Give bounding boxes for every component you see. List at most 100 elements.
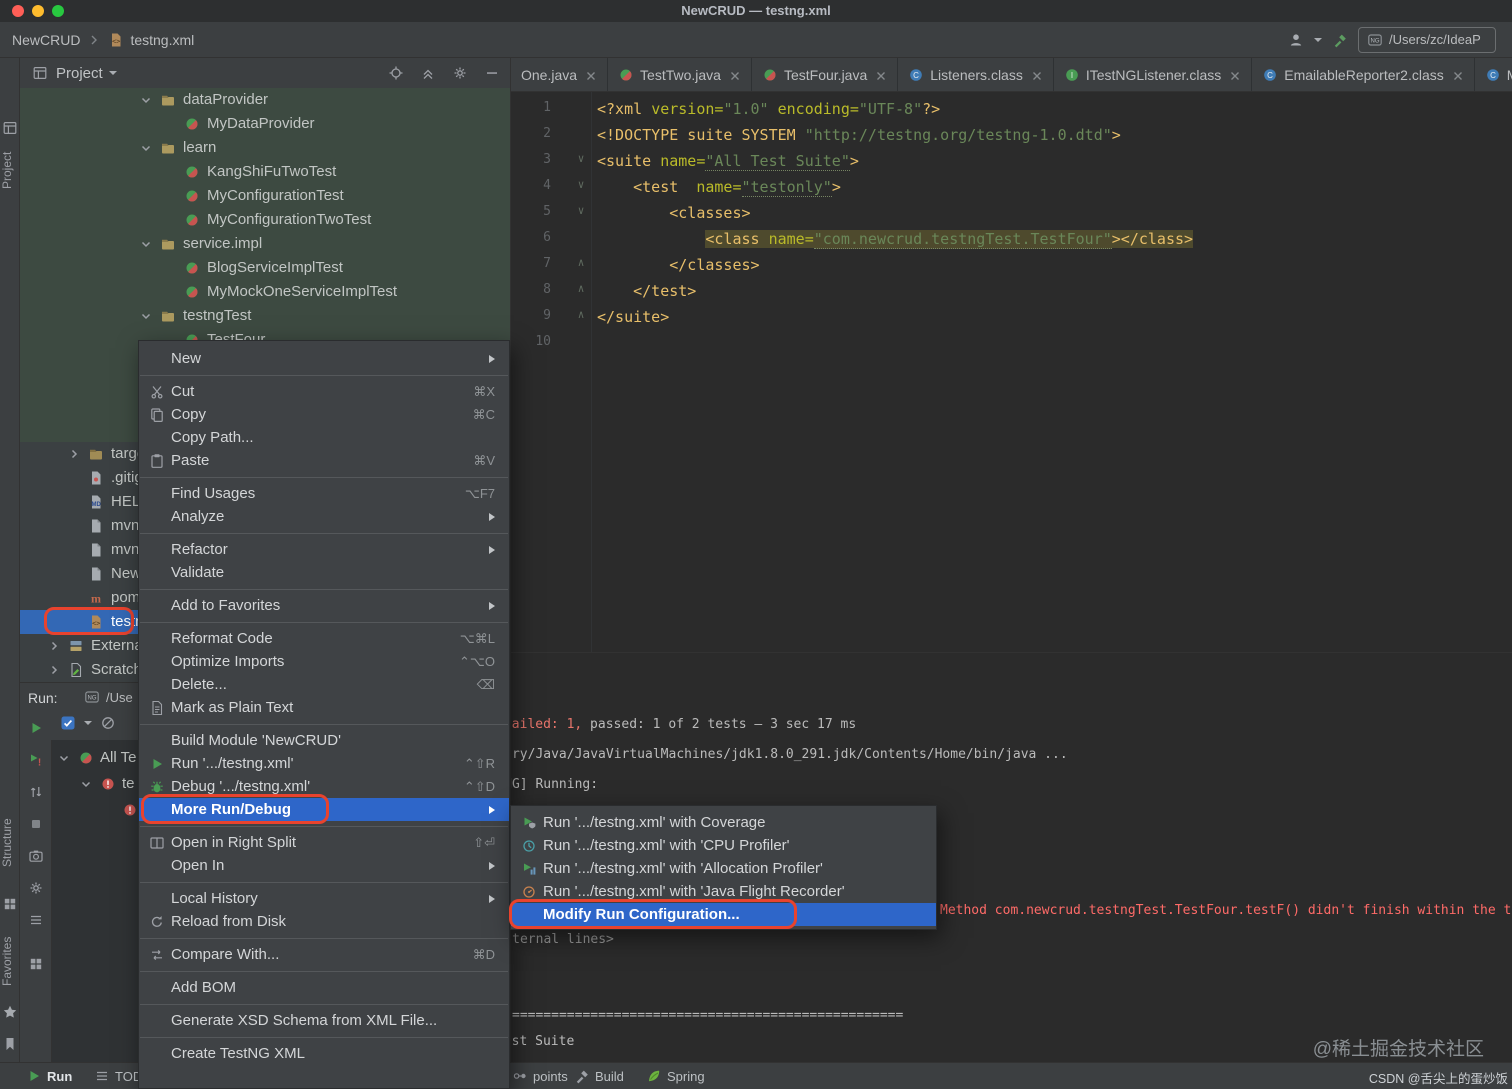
tool-stripe-structure[interactable]: Structure (0, 808, 19, 878)
show-ignored-icon[interactable] (100, 715, 116, 731)
menu-item-reload-from-disk[interactable]: Reload from Disk (139, 910, 509, 933)
star-icon[interactable] (2, 1004, 18, 1020)
statusbar-item-tod[interactable]: TOD (94, 1063, 142, 1089)
run-configuration-selector[interactable]: NG /Users/zc/IdeaP (1358, 27, 1496, 53)
chevron-down-icon[interactable] (84, 721, 92, 725)
show-passed-checkbox[interactable] (60, 715, 76, 731)
chevron-down-icon[interactable] (138, 140, 154, 156)
project-tree-item-service-impl[interactable]: service.impl (20, 232, 510, 256)
project-tree-item-testngtest[interactable]: testngTest (20, 304, 510, 328)
submenu-item-run-testng-xml-with-cpu-profiler[interactable]: Run '.../testng.xml' with 'CPU Profiler' (511, 834, 936, 857)
project-panel-title[interactable]: Project (56, 65, 103, 82)
menu-item-optimize-imports[interactable]: Optimize Imports⌃⌥O (139, 650, 509, 673)
stop-button[interactable] (28, 816, 44, 832)
close-icon[interactable] (873, 68, 887, 82)
fold-marker-icon[interactable]: ∧ (573, 308, 589, 321)
editor-tab-one-java[interactable]: One.java (511, 58, 608, 91)
menu-item-generate-xsd-schema-from-xml-file[interactable]: Generate XSD Schema from XML File... (139, 1009, 509, 1032)
locate-file-icon[interactable] (388, 65, 404, 81)
menu-item-run-testng-xml[interactable]: Run '.../testng.xml'⌃⇧R (139, 752, 509, 775)
rerun-button[interactable] (28, 720, 44, 736)
gear-icon[interactable] (452, 65, 468, 81)
project-tree-item-myconfigurationtwotest[interactable]: MyConfigurationTwoTest (20, 208, 510, 232)
run-config-chip[interactable]: NG /Use (84, 689, 133, 705)
grid-view-button[interactable] (28, 956, 44, 972)
fold-marker-icon[interactable]: ∨ (573, 204, 589, 217)
chevron-down-icon[interactable] (1314, 38, 1322, 42)
menu-item-more-run-debug[interactable]: More Run/Debug (139, 798, 509, 821)
menu-item-copy-path[interactable]: Copy Path... (139, 426, 509, 449)
hide-panel-icon[interactable] (484, 65, 500, 81)
rerun-failed-tests-button[interactable]: ! (28, 752, 44, 768)
chevron-down-icon[interactable] (138, 236, 154, 252)
menu-item-paste[interactable]: Paste⌘V (139, 449, 509, 472)
menu-item-copy[interactable]: Copy⌘C (139, 403, 509, 426)
project-tree-item-mymockoneserviceimpltest[interactable]: MyMockOneServiceImplTest (20, 280, 510, 304)
menu-item-cut[interactable]: Cut⌘X (139, 380, 509, 403)
fold-marker-icon[interactable]: ∧ (573, 282, 589, 295)
editor-tab-emailablereporter2-class[interactable]: CEmailableReporter2.class (1252, 58, 1475, 91)
layers-icon[interactable] (2, 896, 18, 912)
project-tree-item-dataprovider[interactable]: dataProvider (20, 88, 510, 112)
chevron-down-icon[interactable] (78, 776, 94, 792)
menu-item-local-history[interactable]: Local History (139, 887, 509, 910)
menu-item-compare-with[interactable]: Compare With...⌘D (139, 943, 509, 966)
project-tree-item-myconfigurationtest[interactable]: MyConfigurationTest (20, 184, 510, 208)
menu-item-delete[interactable]: Delete...⌫ (139, 673, 509, 696)
close-icon[interactable] (727, 68, 741, 82)
project-tree-item-blogserviceimpltest[interactable]: BlogServiceImplTest (20, 256, 510, 280)
menu-item-open-in-right-split[interactable]: Open in Right Split⇧⏎ (139, 831, 509, 854)
submenu-item-modify-run-configuration[interactable]: Modify Run Configuration... (511, 903, 936, 926)
chevron-down-icon[interactable] (138, 92, 154, 108)
project-tool-icon[interactable] (2, 120, 18, 136)
test-list-button[interactable] (28, 912, 44, 928)
menu-item-reformat-code[interactable]: Reformat Code⌥⌘L (139, 627, 509, 650)
menu-item-add-bom[interactable]: Add BOM (139, 976, 509, 999)
menu-item-add-to-favorites[interactable]: Add to Favorites (139, 594, 509, 617)
sort-button[interactable] (28, 784, 44, 800)
breadcrumb-project[interactable]: NewCRUD (12, 32, 80, 48)
submenu-item-run-testng-xml-with-java-flight-recorder[interactable]: Run '.../testng.xml' with 'Java Flight R… (511, 880, 936, 903)
statusbar-item-run[interactable]: Run (26, 1063, 72, 1089)
collapse-all-icon[interactable] (420, 65, 436, 81)
project-tree-item-learn[interactable]: learn (20, 136, 510, 160)
chevron-down-icon[interactable] (56, 750, 72, 766)
menu-item-debug-testng-xml[interactable]: Debug '.../testng.xml'⌃⇧D (139, 775, 509, 798)
snapshot-button[interactable] (28, 848, 44, 864)
chevron-down-icon[interactable] (138, 308, 154, 324)
close-icon[interactable] (1227, 68, 1241, 82)
project-tree-item-mydataprovider[interactable]: MyDataProvider (20, 112, 510, 136)
menu-item-validate[interactable]: Validate (139, 561, 509, 584)
editor-tab-mytestn[interactable]: CMyTestN (1475, 58, 1512, 91)
fold-marker-icon[interactable]: ∧ (573, 256, 589, 269)
submenu-item-run-testng-xml-with-allocation-profiler[interactable]: Run '.../testng.xml' with 'Allocation Pr… (511, 857, 936, 880)
editor-tab-testtwo-java[interactable]: TestTwo.java (608, 58, 752, 91)
editor-tab-listeners-class[interactable]: CListeners.class (898, 58, 1054, 91)
fold-marker-icon[interactable]: ∨ (573, 152, 589, 165)
editor-tab-testfour-java[interactable]: TestFour.java (752, 58, 898, 91)
close-icon[interactable] (1450, 68, 1464, 82)
chevron-right-icon[interactable] (66, 446, 82, 462)
tool-stripe-favorites[interactable]: Favorites (0, 926, 19, 996)
editor-tab-itestnglistener-class[interactable]: IITestNGListener.class (1054, 58, 1252, 91)
tool-stripe-project[interactable]: Project (0, 140, 19, 200)
submenu-item-run-testng-xml-with-coverage[interactable]: Run '.../testng.xml' with Coverage (511, 811, 936, 834)
user-account-icon[interactable] (1288, 32, 1304, 48)
fold-marker-icon[interactable]: ∨ (573, 178, 589, 191)
statusbar-item-build[interactable]: Build (574, 1063, 624, 1089)
menu-item-analyze[interactable]: Analyze (139, 505, 509, 528)
chevron-down-icon[interactable] (109, 71, 117, 75)
statusbar-item-points[interactable]: points (512, 1063, 568, 1089)
menu-item-refactor[interactable]: Refactor (139, 538, 509, 561)
project-tree-item-kangshifutwotest[interactable]: KangShiFuTwoTest (20, 160, 510, 184)
close-icon[interactable] (1029, 68, 1043, 82)
editor-area[interactable]: 1<?xml version="1.0" encoding="UTF-8"?>2… (511, 92, 1512, 652)
menu-item-mark-as-plain-text[interactable]: Mark as Plain Text (139, 696, 509, 719)
chevron-right-icon[interactable] (46, 638, 62, 654)
breadcrumb-file[interactable]: testng.xml (130, 32, 194, 48)
build-project-icon[interactable] (1332, 32, 1348, 48)
bookmark-icon[interactable] (2, 1036, 18, 1052)
close-icon[interactable] (583, 68, 597, 82)
chevron-right-icon[interactable] (46, 662, 62, 678)
menu-item-create-testng-xml[interactable]: Create TestNG XML (139, 1042, 509, 1065)
